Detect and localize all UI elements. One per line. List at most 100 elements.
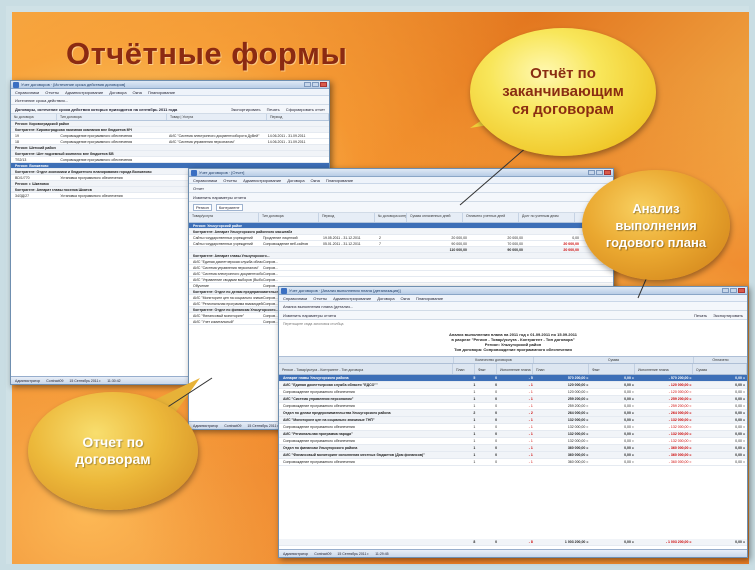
table-cell: АИС "Система электронного документооборо… bbox=[169, 134, 260, 138]
table-cell: 0 bbox=[495, 432, 498, 436]
table-cell: 7 bbox=[379, 242, 381, 246]
export-button[interactable]: Экспортировать bbox=[713, 313, 743, 318]
menu-item[interactable]: Администрирование bbox=[243, 177, 281, 183]
table-cell: 120 000,00 = bbox=[567, 383, 589, 387]
table-row[interactable]: Сопровождение программного обеспечения 1 0… bbox=[279, 389, 747, 396]
menu-item[interactable]: Договора bbox=[377, 295, 394, 301]
table-row[interactable]: АИС "Мониторинг цен на социально значимы… bbox=[279, 417, 747, 424]
table-cell: АИС "Учет комитальный" bbox=[193, 320, 234, 324]
table-row[interactable]: Аппарат главы Ульчугорского района 5 0 - 5 5… bbox=[279, 375, 747, 382]
table-row[interactable]: АИС "Региональная программа народа" 1 0 - 1… bbox=[279, 431, 747, 438]
column-header[interactable]: Долг по учетным дням bbox=[519, 213, 575, 222]
table-cell: 2 bbox=[473, 411, 476, 415]
table-row[interactable]: Отдел по финансам Ульчугорского района 1 0… bbox=[279, 445, 747, 452]
column-header[interactable]: Период bbox=[267, 114, 329, 120]
menu-item[interactable]: Справочники bbox=[193, 177, 217, 183]
menu-item[interactable]: Планирование bbox=[148, 89, 175, 95]
menu-item[interactable]: Договора bbox=[287, 177, 304, 183]
filter-chip-contractor[interactable]: Контрагент bbox=[215, 203, 243, 211]
column-header[interactable]: Сумма оплаченных дней bbox=[407, 213, 463, 222]
table-row[interactable]: Сопровождение программного обеспечения 1 0… bbox=[279, 424, 747, 431]
export-button[interactable]: Экспортировать bbox=[231, 107, 261, 112]
column-header[interactable]: Факт bbox=[475, 364, 497, 374]
table-cell bbox=[411, 271, 467, 276]
group-header-row: Количество договоров Сумма Оплачено bbox=[279, 356, 747, 363]
table-cell bbox=[323, 277, 379, 282]
close-button[interactable] bbox=[738, 288, 745, 293]
report-title: Договоры, истечение срока действия котор… bbox=[15, 106, 178, 112]
generate-report-button[interactable]: Сформировать отчет bbox=[286, 107, 325, 112]
column-header[interactable]: № договора контрагента bbox=[375, 213, 407, 222]
table-row[interactable]: 8 0 - 8 1 003 200,00 = 0,00 = - 1 003 200,00 … bbox=[279, 539, 747, 546]
menu-item[interactable]: Окна bbox=[311, 177, 320, 183]
column-header[interactable]: Товар | Услуга bbox=[167, 114, 267, 120]
maximize-button[interactable] bbox=[312, 82, 319, 87]
document-tab[interactable]: Истечение срока действия... bbox=[15, 98, 68, 103]
menu-item[interactable]: Отчеты bbox=[45, 89, 59, 95]
edit-params-button[interactable]: Изменить параметры отчета bbox=[193, 195, 246, 200]
edit-params-button[interactable]: Изменить параметры отчета bbox=[283, 313, 336, 318]
plan-analysis-window[interactable]: Учет договоров · [Анализ выполнения план… bbox=[278, 286, 748, 558]
table-row[interactable]: Сопровождение программного обеспечения 1 0… bbox=[279, 403, 747, 410]
document-tab[interactable]: Анализ выполнения плана (детализ... bbox=[283, 304, 353, 309]
maximize-button[interactable] bbox=[596, 170, 603, 175]
column-header[interactable]: Тип договора bbox=[57, 114, 167, 120]
table-row[interactable]: АИС "Система управления персоналом" 1 0 - 1… bbox=[279, 396, 747, 403]
menu-item[interactable]: Планирование bbox=[416, 295, 443, 301]
column-header[interactable]: План bbox=[453, 364, 475, 374]
column-header[interactable]: Товар/услуга bbox=[189, 213, 259, 222]
window-title-bar[interactable]: Учет договоров · [Отчет] bbox=[189, 169, 613, 177]
minimize-button[interactable] bbox=[588, 170, 595, 175]
column-header[interactable]: Исполнение плана bbox=[497, 364, 533, 374]
table-cell bbox=[467, 259, 523, 264]
table-cell: 132 000,00 = bbox=[567, 439, 589, 443]
window-title-bar[interactable]: Учет договоров · [Анализ выполнения план… bbox=[279, 287, 747, 295]
menu-item[interactable]: Планирование bbox=[326, 177, 353, 183]
table-cell: 0,00 = bbox=[624, 453, 634, 457]
column-header[interactable]: Тип договора bbox=[259, 213, 319, 222]
window-title-bar[interactable]: Учет договоров · [Истечение срока действ… bbox=[11, 81, 329, 89]
column-header[interactable]: Сумма bbox=[693, 364, 747, 374]
minimize-button[interactable] bbox=[722, 288, 729, 293]
table-row[interactable]: Отдел по делам предпринимательства Ульчу… bbox=[279, 410, 747, 417]
menu-item[interactable]: Окна bbox=[133, 89, 142, 95]
column-header[interactable]: Регион - Товар/услуга - Контрагент - Тип… bbox=[279, 364, 453, 374]
table-cell: 132 000,00 = bbox=[567, 432, 589, 436]
menu-item[interactable]: Администрирование bbox=[333, 295, 371, 301]
menu-item[interactable]: Отчеты bbox=[313, 295, 327, 301]
column-header[interactable]: Оплачено учетных дней bbox=[463, 213, 519, 222]
table-cell: 1 003 200,00 = bbox=[564, 540, 589, 544]
filter-chip-region[interactable]: Регион bbox=[193, 203, 212, 211]
print-button[interactable]: Печать bbox=[267, 107, 280, 112]
table-cell bbox=[379, 271, 411, 276]
table-cell: 1 bbox=[473, 460, 476, 464]
print-button[interactable]: Печать bbox=[694, 313, 707, 318]
table-row[interactable]: Сопровождение программного обеспечения 1 0… bbox=[279, 459, 747, 466]
table-row[interactable]: АИС "Финансовый мониторинг исполнения ме… bbox=[279, 452, 747, 459]
column-header[interactable]: № договора bbox=[11, 114, 57, 120]
table-cell: АИС "Система управления персоналом" bbox=[283, 397, 354, 401]
column-header[interactable]: Факт bbox=[589, 364, 635, 374]
close-button[interactable] bbox=[604, 170, 611, 175]
close-button[interactable] bbox=[320, 82, 327, 87]
column-header[interactable]: Период bbox=[319, 213, 375, 222]
minimize-button[interactable] bbox=[304, 82, 311, 87]
menu-item[interactable]: Отчеты bbox=[223, 177, 237, 183]
group-label: Регион: Кировоградский район bbox=[15, 122, 70, 126]
table-row[interactable]: Сопровождение программного обеспечения 1 0… bbox=[279, 438, 747, 445]
table-cell: 360 000,00 = bbox=[567, 453, 589, 457]
menu-item[interactable]: Договора bbox=[109, 89, 126, 95]
action-toolbar: Изменить параметры отчета bbox=[189, 193, 613, 202]
table-row[interactable]: АИС "Единая диспетчерская служба области… bbox=[279, 382, 747, 389]
group-label: Регион: Ульчугорский район bbox=[193, 224, 243, 228]
menu-item[interactable]: Справочники bbox=[15, 89, 39, 95]
table-cell: - 360 000,00 = bbox=[668, 453, 692, 457]
menu-item[interactable]: Администрирование bbox=[65, 89, 103, 95]
maximize-button[interactable] bbox=[730, 288, 737, 293]
column-header[interactable]: План bbox=[533, 364, 589, 374]
document-tab[interactable]: Отчет bbox=[193, 186, 204, 191]
menu-item[interactable]: Окна bbox=[401, 295, 410, 301]
window-title: Учет договоров · [Отчет] bbox=[199, 170, 245, 175]
menu-item[interactable]: Справочники bbox=[283, 295, 307, 301]
column-header[interactable]: Исполнение плана bbox=[635, 364, 693, 374]
